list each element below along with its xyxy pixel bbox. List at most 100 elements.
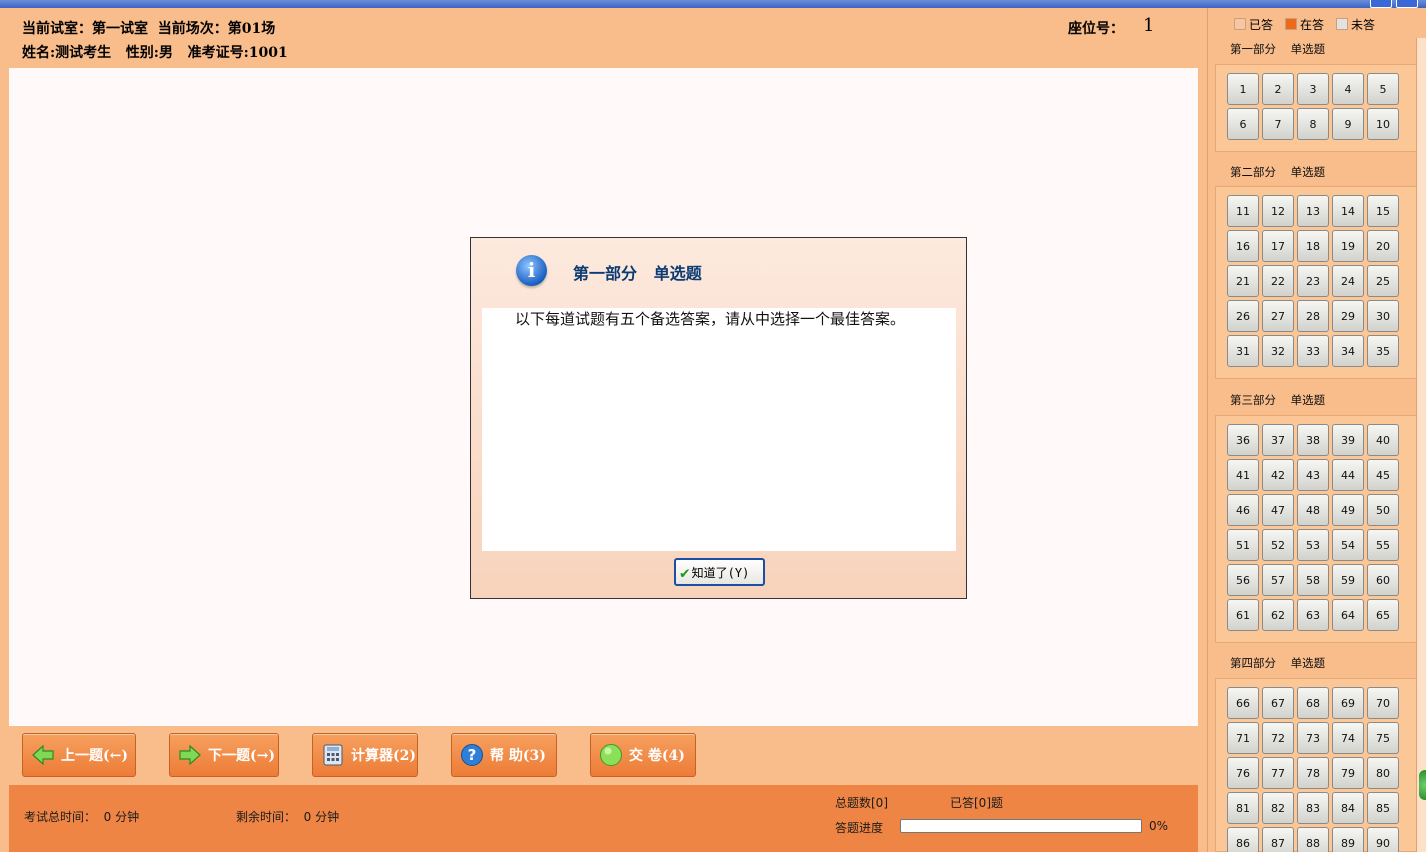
question-button[interactable]: 19 — [1332, 230, 1364, 262]
prev-question-button[interactable]: 上一题(←) — [22, 733, 136, 777]
question-button[interactable]: 70 — [1367, 687, 1399, 719]
question-button[interactable]: 52 — [1262, 529, 1294, 561]
question-button[interactable]: 90 — [1367, 827, 1399, 852]
question-button[interactable]: 82 — [1262, 792, 1294, 824]
question-button[interactable]: 63 — [1297, 599, 1329, 631]
question-button[interactable]: 68 — [1297, 687, 1329, 719]
question-button[interactable]: 56 — [1227, 564, 1259, 596]
question-button[interactable]: 53 — [1297, 529, 1329, 561]
question-button[interactable]: 69 — [1332, 687, 1364, 719]
question-button[interactable]: 67 — [1262, 687, 1294, 719]
question-button[interactable]: 21 — [1227, 265, 1259, 297]
question-button[interactable]: 66 — [1227, 687, 1259, 719]
question-button[interactable]: 14 — [1332, 195, 1364, 227]
question-button[interactable]: 9 — [1332, 108, 1364, 140]
question-button[interactable]: 25 — [1367, 265, 1399, 297]
question-button[interactable]: 84 — [1332, 792, 1364, 824]
navigator-scrollbar[interactable] — [1416, 38, 1426, 852]
calculator-button[interactable]: 计算器(2) — [312, 733, 418, 777]
question-button[interactable]: 49 — [1332, 494, 1364, 526]
question-button[interactable]: 38 — [1297, 424, 1329, 456]
question-button[interactable]: 39 — [1332, 424, 1364, 456]
question-button[interactable]: 83 — [1297, 792, 1329, 824]
question-button[interactable]: 34 — [1332, 335, 1364, 367]
question-button[interactable]: 57 — [1262, 564, 1294, 596]
question-button[interactable]: 58 — [1297, 564, 1329, 596]
question-button[interactable]: 33 — [1297, 335, 1329, 367]
question-button[interactable]: 8 — [1297, 108, 1329, 140]
question-button[interactable]: 6 — [1227, 108, 1259, 140]
question-button[interactable]: 89 — [1332, 827, 1364, 852]
question-button[interactable]: 72 — [1262, 722, 1294, 754]
question-button[interactable]: 87 — [1262, 827, 1294, 852]
question-button[interactable]: 22 — [1262, 265, 1294, 297]
question-button[interactable]: 10 — [1367, 108, 1399, 140]
question-button[interactable]: 61 — [1227, 599, 1259, 631]
question-button[interactable]: 73 — [1297, 722, 1329, 754]
question-button[interactable]: 64 — [1332, 599, 1364, 631]
question-button[interactable]: 36 — [1227, 424, 1259, 456]
question-button[interactable]: 48 — [1297, 494, 1329, 526]
question-button[interactable]: 60 — [1367, 564, 1399, 596]
question-button[interactable]: 65 — [1367, 599, 1399, 631]
question-button[interactable]: 20 — [1367, 230, 1399, 262]
question-button[interactable]: 47 — [1262, 494, 1294, 526]
acknowledge-button[interactable]: ✔ 知道了(Y) — [674, 558, 765, 586]
question-button[interactable]: 81 — [1227, 792, 1259, 824]
question-button[interactable]: 40 — [1367, 424, 1399, 456]
question-button[interactable]: 26 — [1227, 300, 1259, 332]
question-button[interactable]: 76 — [1227, 757, 1259, 789]
question-button[interactable]: 23 — [1297, 265, 1329, 297]
question-button[interactable]: 24 — [1332, 265, 1364, 297]
question-button[interactable]: 5 — [1367, 73, 1399, 105]
minimize-button[interactable] — [1370, 0, 1392, 8]
question-button[interactable]: 12 — [1262, 195, 1294, 227]
question-button[interactable]: 62 — [1262, 599, 1294, 631]
question-button[interactable]: 54 — [1332, 529, 1364, 561]
question-button[interactable]: 29 — [1332, 300, 1364, 332]
question-button[interactable]: 3 — [1297, 73, 1329, 105]
question-button[interactable]: 37 — [1262, 424, 1294, 456]
question-button[interactable]: 79 — [1332, 757, 1364, 789]
question-button[interactable]: 7 — [1262, 108, 1294, 140]
question-button[interactable]: 86 — [1227, 827, 1259, 852]
question-button[interactable]: 55 — [1367, 529, 1399, 561]
maximize-button[interactable] — [1396, 0, 1418, 8]
question-button[interactable]: 30 — [1367, 300, 1399, 332]
question-button[interactable]: 28 — [1297, 300, 1329, 332]
question-button[interactable]: 51 — [1227, 529, 1259, 561]
panel-toggle-handle[interactable] — [1419, 770, 1426, 800]
question-button[interactable]: 88 — [1297, 827, 1329, 852]
question-button[interactable]: 75 — [1367, 722, 1399, 754]
question-button[interactable]: 18 — [1297, 230, 1329, 262]
question-button[interactable]: 31 — [1227, 335, 1259, 367]
question-button[interactable]: 77 — [1262, 757, 1294, 789]
question-button[interactable]: 32 — [1262, 335, 1294, 367]
question-button[interactable]: 15 — [1367, 195, 1399, 227]
question-button[interactable]: 78 — [1297, 757, 1329, 789]
question-button[interactable]: 50 — [1367, 494, 1399, 526]
question-button[interactable]: 59 — [1332, 564, 1364, 596]
submit-exam-button[interactable]: 交 卷(4) — [590, 733, 696, 777]
question-button[interactable]: 43 — [1297, 459, 1329, 491]
question-button[interactable]: 85 — [1367, 792, 1399, 824]
question-button[interactable]: 71 — [1227, 722, 1259, 754]
question-button[interactable]: 45 — [1367, 459, 1399, 491]
question-button[interactable]: 13 — [1297, 195, 1329, 227]
question-button[interactable]: 44 — [1332, 459, 1364, 491]
question-button[interactable]: 80 — [1367, 757, 1399, 789]
question-button[interactable]: 1 — [1227, 73, 1259, 105]
help-button[interactable]: ? 帮 助(3) — [451, 733, 557, 777]
question-button[interactable]: 74 — [1332, 722, 1364, 754]
next-question-button[interactable]: 下一题(→) — [169, 733, 279, 777]
question-button[interactable]: 42 — [1262, 459, 1294, 491]
question-button[interactable]: 4 — [1332, 73, 1364, 105]
question-button[interactable]: 17 — [1262, 230, 1294, 262]
question-button[interactable]: 27 — [1262, 300, 1294, 332]
question-button[interactable]: 41 — [1227, 459, 1259, 491]
question-button[interactable]: 35 — [1367, 335, 1399, 367]
question-button[interactable]: 46 — [1227, 494, 1259, 526]
question-button[interactable]: 16 — [1227, 230, 1259, 262]
question-button[interactable]: 11 — [1227, 195, 1259, 227]
question-button[interactable]: 2 — [1262, 73, 1294, 105]
